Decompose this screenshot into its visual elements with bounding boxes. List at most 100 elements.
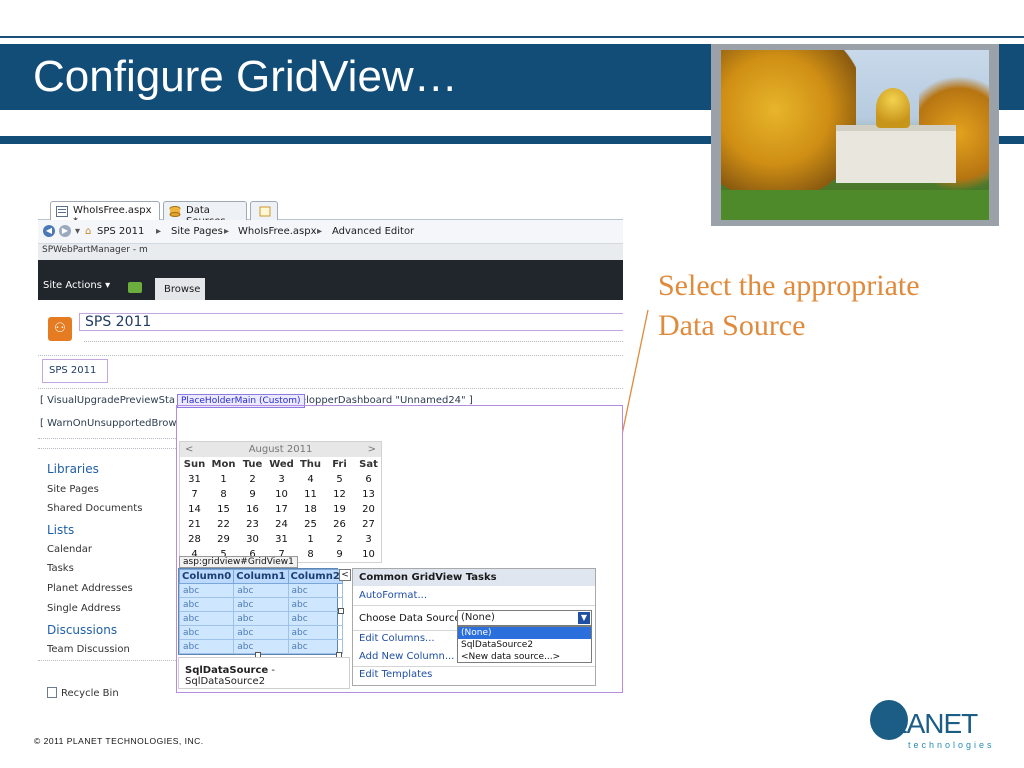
back-icon[interactable]: ◀	[43, 225, 55, 237]
sps-breadcrumb-box[interactable]: SPS 2011	[42, 359, 108, 383]
calendar-day[interactable]: 11	[296, 487, 325, 502]
calendar-day[interactable]: 19	[325, 502, 354, 517]
recycle-bin-link[interactable]: Recycle Bin	[47, 687, 119, 699]
callout-text: Select the appropriate Data Source	[658, 269, 920, 342]
data-source-option[interactable]: (None)	[458, 627, 591, 639]
calendar-day[interactable]: 22	[209, 517, 238, 532]
quick-launch-site-pages[interactable]: Site Pages	[47, 484, 99, 495]
data-source-option[interactable]: <New data source...>	[458, 651, 591, 663]
calendar-day[interactable]: 18	[296, 502, 325, 517]
table-cell: abc	[178, 583, 235, 598]
quick-launch-single-address[interactable]: Single Address	[47, 603, 121, 614]
calendar-day[interactable]: 4	[296, 472, 325, 487]
visual-upgrade-label: [ VisualUpgradePreviewSta	[40, 395, 176, 406]
breadcrumb-item[interactable]: Advanced Editor	[332, 226, 414, 237]
calendar-day[interactable]: 25	[296, 517, 325, 532]
calendar-day[interactable]: 8	[296, 547, 325, 562]
choose-data-source-label: Choose Data Source:	[359, 613, 464, 624]
calendar-day[interactable]: 17	[267, 502, 296, 517]
quick-launch-lists[interactable]: Lists	[47, 523, 74, 537]
tab-new[interactable]	[250, 201, 278, 220]
smart-tag-button[interactable]: <	[339, 569, 351, 581]
edit-templates-link[interactable]: Edit Templates	[359, 669, 432, 680]
calendar-day[interactable]: 21	[180, 517, 209, 532]
data-source-option[interactable]: SqlDataSource2	[458, 639, 591, 651]
quick-launch-shared-documents[interactable]: Shared Documents	[47, 503, 142, 514]
calendar-day[interactable]: 6	[354, 472, 383, 487]
calendar-day[interactable]: 14	[180, 502, 209, 517]
calendar-prev-month[interactable]: <	[185, 442, 193, 457]
calendar-day[interactable]: 10	[267, 487, 296, 502]
autoformat-link[interactable]: AutoFormat...	[359, 590, 427, 601]
quick-launch-libraries[interactable]: Libraries	[47, 462, 99, 476]
gridview-control[interactable]: Column0 Column1 Column2 abc abc abc abc …	[178, 568, 343, 655]
add-new-column-link[interactable]: Add New Column...	[359, 651, 454, 662]
logo-subtitle: technologies	[908, 740, 995, 750]
calendar-day[interactable]: 2	[325, 532, 354, 547]
table-cell: abc	[178, 639, 235, 654]
tab-data-sources[interactable]: Data Sources	[163, 201, 247, 227]
quick-launch-team-discussion[interactable]: Team Discussion	[47, 644, 130, 655]
calendar-day[interactable]: 12	[325, 487, 354, 502]
quick-launch-planet-addresses[interactable]: Planet Addresses	[47, 583, 133, 594]
calendar-day[interactable]: 28	[180, 532, 209, 547]
calendar-day[interactable]: 20	[354, 502, 383, 517]
calendar-day[interactable]: 7	[180, 487, 209, 502]
calendar-day[interactable]: 29	[209, 532, 238, 547]
history-dropdown-icon[interactable]: ▾	[75, 226, 80, 237]
chevron-down-icon[interactable]: ▼	[578, 612, 590, 624]
gridview-tag[interactable]: asp:gridview#GridView1	[179, 556, 298, 568]
calendar-day[interactable]: 10	[354, 547, 383, 562]
calendar-day[interactable]: 30	[238, 532, 267, 547]
calendar-day[interactable]: 1	[209, 472, 238, 487]
site-title[interactable]: SPS 2011	[79, 313, 623, 331]
data-sources-icon	[169, 206, 181, 217]
resize-handle[interactable]	[338, 608, 344, 614]
calendar-day[interactable]: 23	[238, 517, 267, 532]
planet-logo: LANET technologies	[870, 700, 1010, 755]
calendar-day[interactable]: 1	[296, 532, 325, 547]
tab-browse[interactable]: Browse	[155, 278, 205, 300]
calendar-day[interactable]: 31	[267, 532, 296, 547]
dotted-divider	[38, 355, 623, 356]
data-source-select[interactable]: (None) ▼	[457, 610, 592, 626]
calendar-day[interactable]: 24	[267, 517, 296, 532]
calendar-day[interactable]: 31	[180, 472, 209, 487]
quick-launch-discussions[interactable]: Discussions	[47, 623, 117, 637]
calendar-day-header: Tue	[242, 459, 263, 470]
navigate-up-icon[interactable]	[128, 282, 142, 293]
tab-whoisfree[interactable]: WhoIsFree.aspx *	[50, 201, 160, 227]
recycle-bin-icon	[47, 687, 57, 698]
dotted-divider	[38, 388, 623, 389]
calendar-next-month[interactable]: >	[368, 442, 376, 457]
calendar-day[interactable]: 27	[354, 517, 383, 532]
calendar-day[interactable]: 15	[209, 502, 238, 517]
warn-unsupported-control: [ WarnOnUnsupportedBrow	[40, 418, 176, 435]
calendar-day-header: Sat	[359, 459, 378, 470]
table-cell: abc	[287, 583, 343, 598]
calendar-day[interactable]: 16	[238, 502, 267, 517]
calendar-day[interactable]: 9	[238, 487, 267, 502]
calendar-day[interactable]: 26	[325, 517, 354, 532]
breadcrumb-item[interactable]: SPS 2011	[97, 226, 144, 237]
calendar-day[interactable]: 8	[209, 487, 238, 502]
calendar-grid: Sun Mon Tue Wed Thu Fri Sat 31 1 2 3 4 5…	[180, 457, 381, 562]
dotted-divider	[38, 660, 176, 661]
quick-launch-tasks[interactable]: Tasks	[47, 563, 74, 574]
calendar-day[interactable]: 3	[354, 532, 383, 547]
site-actions-label: Site Actions	[43, 280, 102, 291]
sqldatasource-control[interactable]: SqlDataSource - SqlDataSource2	[178, 657, 350, 689]
calendar-day[interactable]: 13	[354, 487, 383, 502]
site-actions-menu[interactable]: Site Actions ▾	[43, 280, 110, 291]
divider	[353, 605, 595, 606]
calendar-day[interactable]: 5	[325, 472, 354, 487]
edit-columns-link[interactable]: Edit Columns...	[359, 633, 435, 644]
forward-icon[interactable]: ▶	[59, 225, 71, 237]
breadcrumb-item[interactable]: WhoIsFree.aspx	[238, 226, 317, 237]
calendar-day[interactable]: 9	[325, 547, 354, 562]
calendar-day[interactable]: 3	[267, 472, 296, 487]
table-cell: abc	[287, 597, 343, 612]
breadcrumb-item[interactable]: Site Pages	[171, 226, 223, 237]
calendar-day[interactable]: 2	[238, 472, 267, 487]
quick-launch-calendar[interactable]: Calendar	[47, 544, 92, 555]
